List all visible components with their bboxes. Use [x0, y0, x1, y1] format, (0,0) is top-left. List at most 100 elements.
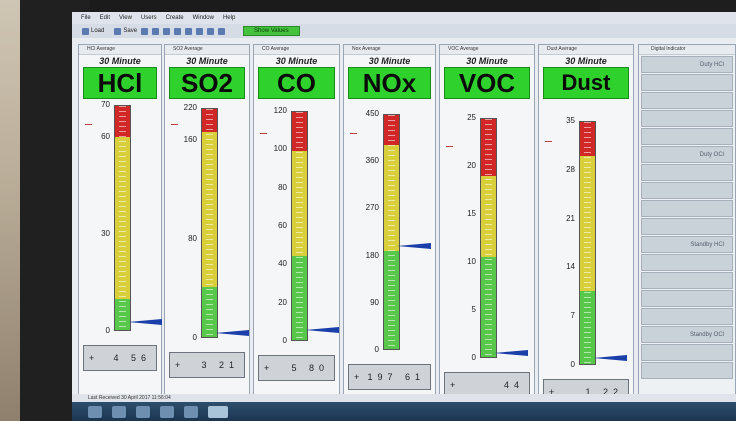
readout-sign: + — [354, 372, 360, 382]
gas-name-label: SO2 — [169, 67, 245, 99]
gas-name-label: VOC — [444, 67, 530, 99]
scale-tick-label: 360 — [365, 156, 379, 166]
show-values-button[interactable]: Show Values — [243, 26, 300, 36]
digital-indicator-row[interactable]: Standby OCl — [641, 326, 733, 343]
status-bar: Last Received 30 April 2017 11:56:04 — [72, 394, 736, 402]
scale-tick-label: 120 — [273, 106, 287, 115]
scale-tick-label: 160 — [183, 135, 197, 145]
panel-title: CO Average — [254, 45, 339, 55]
tool-icon-2[interactable] — [152, 27, 160, 35]
digital-indicator-rows: Duty HCl Duty OCl Standby HCl Standby OCl — [639, 56, 735, 379]
scale-tick-label: 10 — [467, 257, 476, 266]
readout-sign: + — [175, 360, 181, 370]
info-icon[interactable] — [218, 27, 226, 35]
tool-icon-5[interactable] — [185, 27, 193, 35]
scale-tick-label: 80 — [278, 182, 287, 192]
application-window: File Edit View Users Create Window Help … — [72, 12, 736, 421]
digital-indicator-row[interactable] — [641, 182, 733, 199]
current-value-pointer — [593, 354, 627, 361]
tool-icon-7[interactable] — [207, 27, 215, 35]
value-readout: +5 80 — [258, 355, 335, 381]
load-icon — [82, 27, 89, 35]
digital-indicator-row[interactable]: Duty HCl — [641, 56, 733, 73]
digital-indicator-row[interactable] — [641, 218, 733, 235]
digital-indicator-row[interactable] — [641, 272, 733, 289]
tool-icon-6[interactable] — [196, 27, 204, 35]
gas-name-label: HCl — [83, 67, 157, 99]
taskbar-app-icon-4[interactable] — [184, 405, 198, 418]
scale-tick-label: 180 — [365, 250, 379, 260]
digital-indicator-row[interactable] — [641, 164, 733, 181]
taskbar-app-icon-2[interactable] — [136, 405, 150, 418]
menu-create[interactable]: Create — [166, 15, 184, 21]
save-button[interactable]: Save — [110, 27, 137, 35]
bar-graduations — [119, 106, 126, 330]
menu-help[interactable]: Help — [223, 15, 235, 21]
digital-indicator-row[interactable] — [641, 74, 733, 91]
digital-indicator-row[interactable] — [641, 92, 733, 109]
digital-indicator-row[interactable] — [641, 308, 733, 325]
load-button[interactable]: Load — [78, 27, 104, 35]
taskbar-app-icon-active[interactable] — [208, 405, 228, 418]
readout-value: 44 — [503, 380, 524, 390]
level-bar — [291, 111, 308, 341]
scale-tick-label: 100 — [273, 144, 287, 154]
current-value-pointer — [215, 330, 249, 337]
panel-title: Nox Average — [344, 45, 435, 55]
limit-marker — [171, 124, 178, 126]
scale-tick-label: 28 — [566, 164, 575, 174]
level-bar — [579, 121, 596, 365]
gas-name-label: Dust — [543, 67, 629, 99]
limit-marker — [545, 140, 552, 142]
digital-indicator-row[interactable] — [641, 128, 733, 145]
readout-sign: + — [264, 363, 270, 373]
scale-tick-label: 220 — [183, 103, 197, 112]
limit-marker — [260, 132, 267, 134]
current-value-pointer — [397, 243, 431, 250]
panel-title: SO2 Average — [165, 45, 249, 55]
bar-graduations — [388, 115, 395, 349]
menu-users[interactable]: Users — [141, 15, 157, 21]
start-icon[interactable] — [88, 405, 102, 418]
scale-tick-label: 60 — [101, 131, 110, 141]
tool-icon-4[interactable] — [174, 27, 182, 35]
scale-tick-label: 20 — [467, 161, 476, 170]
limit-marker — [350, 132, 357, 134]
scale-tick-label: 90 — [370, 297, 379, 307]
tool-icon-1[interactable] — [141, 27, 149, 35]
digital-indicator-row[interactable] — [641, 290, 733, 307]
scale-tick-label: 40 — [278, 259, 287, 269]
tool-icon-3[interactable] — [163, 27, 171, 35]
level-bar — [480, 118, 497, 358]
limit-marker — [85, 124, 92, 126]
averaging-period-label: 30 Minute — [368, 56, 411, 66]
value-readout: +197 61 — [348, 364, 431, 390]
scale-tick-label: 15 — [467, 209, 476, 218]
digital-indicator-row[interactable] — [641, 200, 733, 217]
digital-indicator-row[interactable] — [641, 254, 733, 271]
panel-title: HCl Average — [79, 45, 161, 55]
scale-tick-label: 7 — [570, 311, 575, 321]
scale-tick-label: 35 — [566, 116, 575, 125]
readout-value: 4 56 — [113, 353, 151, 363]
scale-tick-label: 270 — [365, 203, 379, 213]
digital-indicator-row[interactable] — [641, 344, 733, 361]
scale-tick-label: 80 — [188, 234, 197, 244]
digital-indicator-row[interactable]: Standby HCl — [641, 236, 733, 253]
gauge-panel-so2: SO2 Average 30 Minute SO2 220 160 80 0 +3 21 — [164, 44, 250, 404]
averaging-period-label: 30 Minute — [466, 56, 508, 66]
menu-window[interactable]: Window — [193, 15, 214, 21]
averaging-period-label: 30 Minute — [99, 56, 141, 66]
digital-indicator-row[interactable] — [641, 362, 733, 379]
averaging-period-label: 30 Minute — [565, 56, 607, 66]
menu-bar: File Edit View Users Create Window Help — [72, 12, 736, 24]
digital-indicator-row[interactable] — [641, 110, 733, 127]
menu-file[interactable]: File — [81, 15, 91, 21]
digital-indicator-row[interactable]: Duty OCl — [641, 146, 733, 163]
menu-edit[interactable]: Edit — [100, 15, 110, 21]
scale-tick-label: 0 — [374, 345, 379, 354]
taskbar-app-icon-3[interactable] — [160, 405, 174, 418]
menu-view[interactable]: View — [119, 15, 132, 21]
readout-sign: + — [89, 353, 95, 363]
taskbar-app-icon-1[interactable] — [112, 405, 126, 418]
